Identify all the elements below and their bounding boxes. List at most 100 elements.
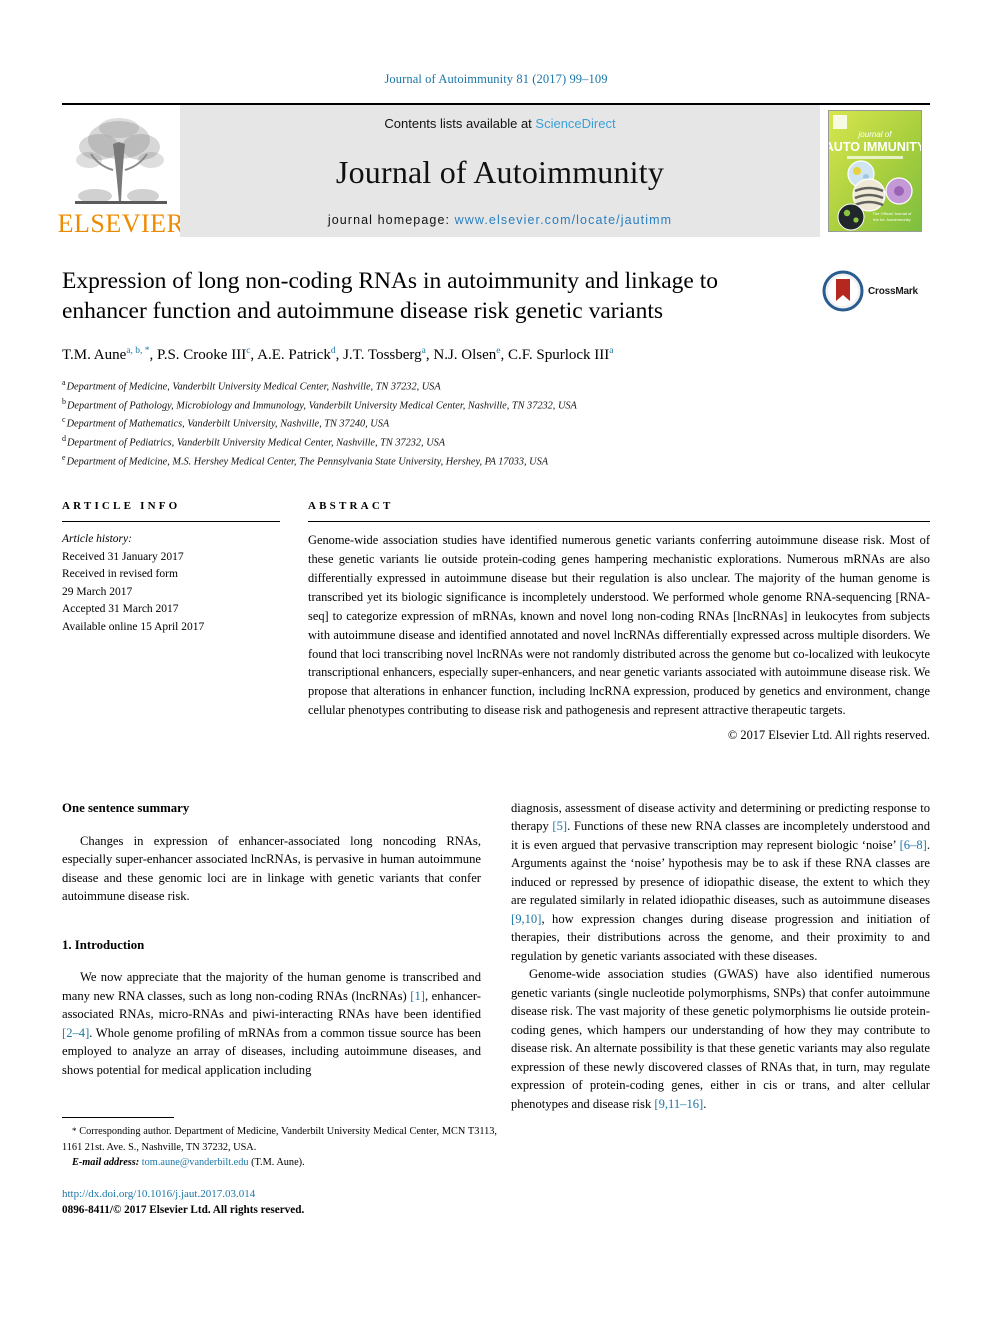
history-received: Received 31 January 2017: [62, 550, 184, 563]
journal-homepage-line: journal homepage: www.elsevier.com/locat…: [328, 213, 672, 227]
corresponding-author-note: * Corresponding author. Department of Me…: [62, 1124, 497, 1154]
citation-ref-9-11-16[interactable]: [9,11–16]: [654, 1097, 703, 1111]
right-text-d: , how expression changes during disease …: [511, 911, 930, 963]
svg-text:journal of: journal of: [858, 130, 893, 139]
author-1: T.M. Aunea, b, *: [62, 346, 150, 363]
affiliation-a: aDepartment of Medicine, Vanderbilt Univ…: [62, 377, 930, 396]
svg-text:AUTO IMMUNITY: AUTO IMMUNITY: [829, 140, 921, 154]
info-and-abstract: ARTICLE INFO Article history: Received 3…: [62, 500, 930, 742]
affiliation-marker: b: [62, 396, 66, 406]
contents-list-line: Contents lists available at ScienceDirec…: [384, 116, 615, 131]
body-column-right: diagnosis, assessment of disease activit…: [511, 799, 930, 1219]
author-4: J.T. Tossberga: [343, 346, 426, 363]
homepage-prefix: journal homepage:: [327, 213, 455, 227]
citation-ref-1[interactable]: [1]: [410, 989, 425, 1003]
affiliation-marker: c: [62, 415, 66, 425]
abstract-heading: ABSTRACT: [308, 500, 394, 513]
author-list: T.M. Aunea, b, *, P.S. Crooke IIIc, A.E.…: [62, 345, 930, 366]
author-5: N.J. Olsene: [433, 346, 500, 363]
homepage-url-link[interactable]: www.elsevier.com/locate/jautimm: [455, 213, 673, 227]
history-revised-date: 29 March 2017: [62, 585, 133, 598]
email-link[interactable]: tom.aune@vanderbilt.edu: [142, 1157, 249, 1168]
body-columns: One sentence summary Changes in expressi…: [62, 799, 930, 1219]
affiliation-text: Department of Pathology, Microbiology an…: [67, 400, 577, 412]
article-info-rule: [62, 521, 280, 523]
right-text-e: Genome-wide association studies (GWAS) h…: [511, 967, 930, 1111]
affiliation-marker: e: [62, 452, 66, 462]
crossmark-label: CrossMark: [868, 285, 918, 297]
cover-artwork: journal of AUTO IMMUNITY The Official Jo…: [829, 111, 921, 231]
journal-title: Journal of Autoimmunity: [335, 153, 665, 190]
article-page: Journal of Autoimmunity 81 (2017) 99–109: [0, 0, 992, 1323]
article-info-column: ARTICLE INFO Article history: Received 3…: [62, 500, 280, 742]
citation-ref-6-8[interactable]: [6–8]: [900, 838, 927, 852]
doi-block: http://dx.doi.org/10.1016/j.jaut.2017.03…: [62, 1186, 497, 1219]
right-paragraph-1: diagnosis, assessment of disease activit…: [511, 799, 930, 966]
svg-text:the Int. Autoimmunity: the Int. Autoimmunity: [873, 217, 910, 222]
article-info-heading: ARTICLE INFO: [62, 500, 181, 513]
footnote-block: * Corresponding author. Department of Me…: [62, 1117, 497, 1218]
history-revised: Received in revised form: [62, 568, 178, 581]
crossmark-icon: [822, 270, 864, 312]
right-text-b: . Functions of these new RNA classes are…: [511, 819, 930, 852]
journal-cover-image: journal of AUTO IMMUNITY The Official Jo…: [828, 110, 922, 232]
author-affil-marks: a: [609, 346, 614, 356]
affiliation-d: dDepartment of Pediatrics, Vanderbilt Un…: [62, 433, 930, 452]
abstract-column: ABSTRACT Genome-wide association studies…: [308, 500, 930, 742]
one-sentence-summary-text: Changes in expression of enhancer-associ…: [62, 833, 481, 904]
doi-link[interactable]: http://dx.doi.org/10.1016/j.jaut.2017.03…: [62, 1186, 497, 1203]
right-paragraph-2: Genome-wide association studies (GWAS) h…: [511, 965, 930, 1113]
author-name: J.T. Tossberg: [343, 347, 422, 363]
citation-ref-9-10[interactable]: [9,10]: [511, 912, 541, 926]
title-block: Expression of long non-coding RNAs in au…: [62, 267, 930, 329]
abstract-rule: [308, 521, 930, 523]
cover-thumbnail-wrap: journal of AUTO IMMUNITY The Official Jo…: [820, 105, 930, 237]
right-text-f: .: [703, 1096, 707, 1111]
contents-prefix: Contents lists available at: [384, 116, 536, 131]
sep: ,: [149, 347, 158, 363]
author-name: C.F. Spurlock III: [508, 347, 610, 363]
affiliation-text: Department of Medicine, M.S. Hershey Med…: [66, 456, 549, 468]
corresponding-author-text: Corresponding author. Department of Medi…: [62, 1126, 497, 1153]
abstract-copyright: © 2017 Elsevier Ltd. All rights reserved…: [727, 727, 930, 742]
body-column-left: One sentence summary Changes in expressi…: [62, 799, 497, 1219]
article-history-label: Article history:: [62, 533, 132, 546]
issn-copyright-line: 0896-8411/© 2017 Elsevier Ltd. All right…: [62, 1204, 305, 1217]
intro-text-c: . Whole genome profiling of mRNAs from a…: [62, 1025, 481, 1077]
author-name: A.E. Patrick: [257, 347, 331, 363]
email-address-label: E-mail address:: [72, 1156, 140, 1168]
author-name: N.J. Olsen: [433, 347, 497, 363]
affiliation-e: eDepartment of Medicine, M.S. Hershey Me…: [62, 452, 930, 471]
affiliation-b: bDepartment of Pathology, Microbiology a…: [62, 396, 930, 415]
footnote-divider: [62, 1117, 174, 1119]
affiliation-marker: d: [62, 434, 66, 444]
crossmark-badge[interactable]: CrossMark: [822, 269, 930, 313]
elsevier-wordmark: ELSEVIER: [57, 209, 185, 238]
affiliation-text: Department of Medicine, Vanderbilt Unive…: [66, 381, 441, 393]
sciencedirect-link[interactable]: ScienceDirect: [535, 116, 615, 131]
elsevier-tree-icon: [75, 118, 167, 204]
history-accepted: Accepted 31 March 2017: [62, 603, 179, 616]
affiliation-text: Department of Pediatrics, Vanderbilt Uni…: [67, 437, 446, 449]
elsevier-logo: ELSEVIER: [58, 105, 184, 237]
author-affil-marks: a, b, *: [126, 346, 150, 356]
history-online: Available online 15 April 2017: [62, 620, 205, 633]
journal-banner: ELSEVIER Contents lists available at Sci…: [58, 103, 930, 237]
citation-ref-2-4[interactable]: [2–4]: [62, 1026, 89, 1040]
page-title: Expression of long non-coding RNAs in au…: [62, 268, 718, 324]
column-gap: [280, 500, 308, 742]
sep: ,: [335, 347, 344, 363]
one-sentence-summary-heading: One sentence summary: [62, 800, 190, 815]
affiliation-marker: a: [62, 378, 66, 387]
introduction-paragraph-1: We now appreciate that the majority of t…: [62, 968, 481, 1079]
email-note: E-mail address: tom.aune@vanderbilt.edu …: [62, 1155, 497, 1170]
citation-ref-5[interactable]: [5]: [552, 819, 567, 833]
abstract-text: Genome-wide association studies have ide…: [308, 533, 930, 718]
email-owner: (T.M. Aune).: [248, 1156, 305, 1168]
banner-center: Contents lists available at ScienceDirec…: [180, 105, 820, 237]
author-name: P.S. Crooke III: [157, 347, 247, 363]
affiliation-list: aDepartment of Medicine, Vanderbilt Univ…: [62, 377, 930, 470]
sep: ,: [500, 347, 508, 363]
affiliation-c: cDepartment of Mathematics, Vanderbilt U…: [62, 414, 930, 433]
